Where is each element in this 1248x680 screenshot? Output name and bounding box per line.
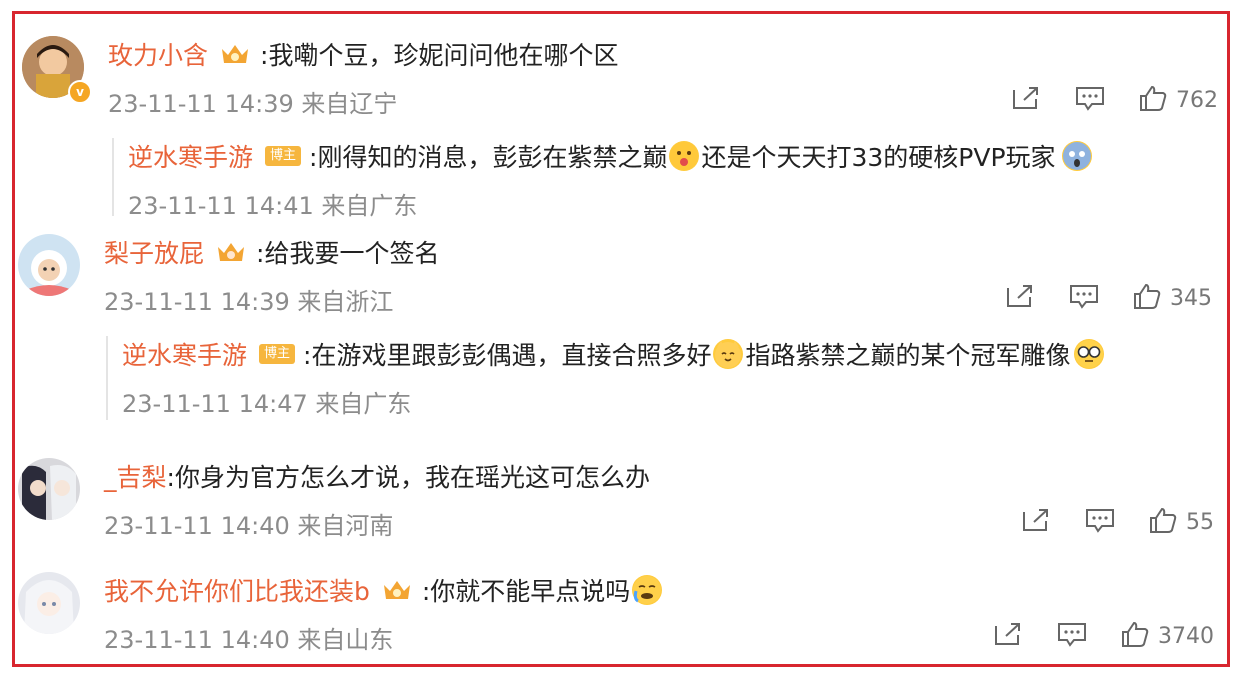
comment-actions: 345 [1004,282,1212,314]
reply-divider [106,336,108,420]
thumbs-up-icon[interactable] [1148,506,1178,538]
reply-divider [112,138,114,216]
crown-badge-icon [382,577,412,603]
comment-line: 梨子放屁 :给我要一个签名 [104,234,439,270]
comment-meta: 23-11-11 14:39 来自浙江 [104,288,394,316]
reply-line: 逆水寒手游 博主 :在游戏里跟彭彭偶遇，直接合照多好 指路紫禁之巅的某个冠军雕像 [122,336,1106,372]
blogger-tag: 博主 [259,344,296,364]
comment-meta: 23-11-11 14:40 来自河南 [104,512,394,540]
comment-text: :你身为官方怎么才说，我在瑶光这可怎么办 [166,463,650,492]
reply-line: 逆水寒手游 博主 :刚得知的消息，彭彭在紫禁之巅 还是个天天打33的硬核PVP玩… [128,138,1094,174]
comment-text: :你就不能早点说吗 [421,577,631,606]
thumbs-up-icon[interactable] [1138,84,1168,116]
share-icon[interactable] [1004,282,1036,314]
reply-username[interactable]: 逆水寒手游 [128,138,253,174]
comment-text: :我嘞个豆，珍妮问问他在哪个区 [260,41,619,70]
share-icon[interactable] [1010,84,1042,116]
avatar[interactable] [18,234,80,296]
kiss-emoji-icon [669,141,700,171]
like-count: 345 [1170,285,1212,311]
verified-badge-icon: v [68,80,92,104]
crying-emoji-icon [632,575,663,605]
share-icon[interactable] [1020,506,1052,538]
comment-meta: 23-11-11 14:39 来自辽宁 [108,90,398,118]
comment-line: _吉梨 :你身为官方怎么才说，我在瑶光这可怎么办 [104,458,650,494]
crown-badge-icon [220,41,250,67]
avatar[interactable] [18,572,80,634]
blogger-tag: 博主 [265,146,302,166]
comment-actions: 3740 [992,620,1214,652]
glasses-emoji-icon [1074,339,1105,369]
thumbs-up-icon[interactable] [1120,620,1150,652]
thumbs-up-icon[interactable] [1132,282,1162,314]
comment-text: :给我要一个签名 [256,239,440,268]
like-count: 55 [1186,509,1214,535]
comment-actions: 762 [1010,84,1218,116]
comment-line: 我不允许你们比我还装b :你就不能早点说吗 [104,572,664,608]
username[interactable]: 玫力小含 [108,36,208,72]
reply-text: :刚得知的消息，彭彭在紫禁之巅 [309,143,668,172]
shocked-emoji-icon [1061,141,1092,171]
comment-icon[interactable] [1056,620,1088,652]
reply-text-cont: 指路紫禁之巅的某个冠军雕像 [745,341,1071,370]
comment-line: 玫力小含 :我嘞个豆，珍妮问问他在哪个区 [108,36,618,72]
comment-actions: 55 [1020,506,1214,538]
crown-badge-icon [216,239,246,265]
avatar[interactable] [18,458,80,520]
reply-meta: 23-11-11 14:41 来自广东 [128,192,418,220]
reply-text: :在游戏里跟彭彭偶遇，直接合照多好 [303,341,712,370]
comment-icon[interactable] [1068,282,1100,314]
username[interactable]: 我不允许你们比我还装b [104,572,370,608]
username[interactable]: 梨子放屁 [104,234,204,270]
comment-meta: 23-11-11 14:40 来自山东 [104,626,394,654]
reply-username[interactable]: 逆水寒手游 [122,336,247,372]
comment-icon[interactable] [1084,506,1116,538]
reply-text-cont: 还是个天天打33的硬核PVP玩家 [701,143,1056,172]
like-count: 3740 [1158,623,1214,649]
like-count: 762 [1176,87,1218,113]
comment-icon[interactable] [1074,84,1106,116]
username[interactable]: _吉梨 [104,458,167,494]
cat-emoji-icon [713,339,744,369]
share-icon[interactable] [992,620,1024,652]
reply-meta: 23-11-11 14:47 来自广东 [122,390,412,418]
